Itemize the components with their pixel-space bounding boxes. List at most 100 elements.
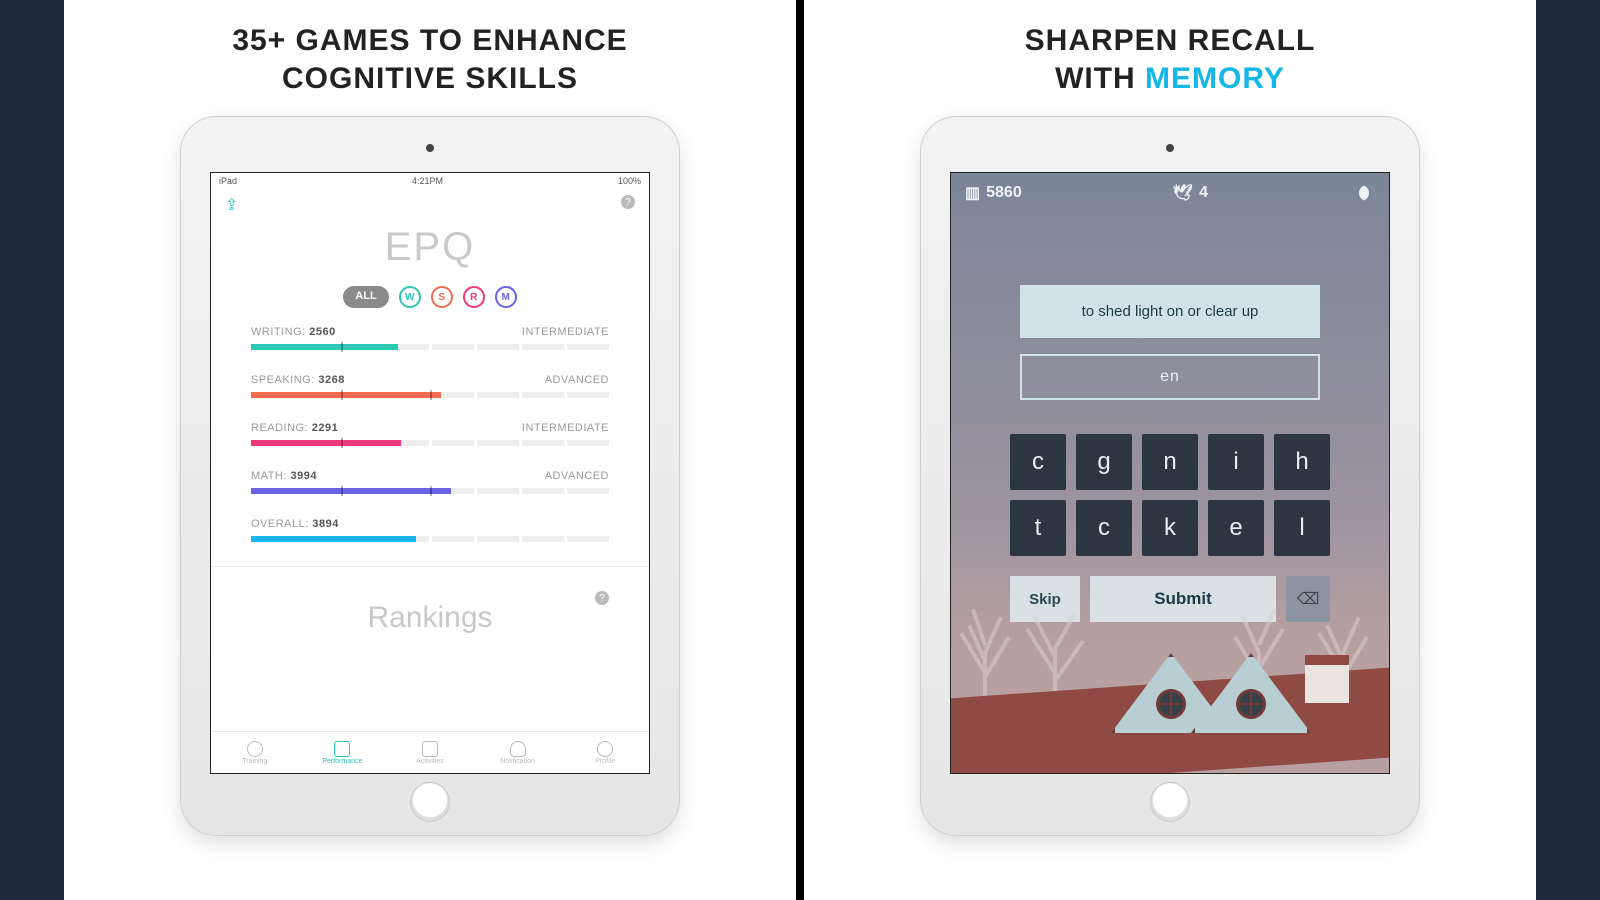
tab-activities[interactable]: Activities [386, 732, 474, 773]
metric-level: ADVANCED [545, 470, 609, 482]
progress-fill [251, 488, 451, 494]
rankings-header: ? Rankings [211, 601, 649, 635]
rankings-title: Rankings [367, 601, 492, 634]
metric-score: 3894 [312, 518, 338, 530]
tab-notification[interactable]: Notification [474, 732, 562, 773]
headline-accent: MEMORY [1145, 62, 1285, 95]
headline-left-line1: 35+ GAMES TO ENHANCE [64, 22, 796, 60]
letter-tile[interactable]: i [1208, 434, 1264, 490]
filter-math[interactable]: M [495, 286, 517, 308]
clue-box: to shed light on or clear up [1020, 285, 1320, 338]
metric-score: 2560 [309, 326, 335, 338]
answer-input[interactable]: en [1020, 354, 1320, 400]
metric-label: SPEAKING: 3268 [251, 374, 345, 386]
moon-icon[interactable] [1359, 185, 1375, 201]
headline-left: 35+ GAMES TO ENHANCE COGNITIVE SKILLS [64, 22, 796, 97]
screen-memory-game: ▥ 5860 🕊 4 to shed light on or clear up … [950, 172, 1390, 774]
ipad-camera [1166, 144, 1174, 152]
panel-divider [796, 0, 804, 900]
letter-tile[interactable]: e [1208, 500, 1264, 556]
home-button[interactable] [410, 782, 450, 822]
progress-bar [251, 440, 609, 446]
metric-orange: SPEAKING: 3268 ADVANCED [251, 374, 609, 398]
ipad-camera [426, 144, 434, 152]
letter-tile[interactable]: n [1142, 434, 1198, 490]
status-time: 4:21PM [412, 176, 443, 186]
tab-icon [247, 741, 263, 757]
metric-purple: MATH: 3994 ADVANCED [251, 470, 609, 494]
metric-level: INTERMEDIATE [522, 326, 609, 338]
progress-bar [251, 392, 609, 398]
letter-tile[interactable]: k [1142, 500, 1198, 556]
share-icon[interactable]: ⇪ [225, 195, 238, 215]
tab-icon [334, 741, 350, 757]
section-divider [211, 566, 649, 567]
metric-score: 2291 [312, 422, 338, 434]
metric-pink: READING: 2291 INTERMEDIATE [251, 422, 609, 446]
metric-label: MATH: 3994 [251, 470, 317, 482]
progress-fill [251, 440, 401, 446]
score-value: 5860 [986, 184, 1022, 202]
screen-epq: iPad 4:21PM 100% ⇪ ? EPQ ALL W S R M WRI… [210, 172, 650, 774]
letter-tile[interactable]: l [1274, 500, 1330, 556]
tab-training[interactable]: Training [211, 732, 299, 773]
tab-icon [422, 741, 438, 757]
status-battery: 100% [618, 176, 641, 186]
letter-tile[interactable]: c [1076, 500, 1132, 556]
filter-all[interactable]: ALL [343, 286, 388, 308]
filter-speaking[interactable]: S [431, 286, 453, 308]
panel-left: 35+ GAMES TO ENHANCE COGNITIVE SKILLS iP… [64, 0, 796, 900]
letter-tile[interactable]: g [1076, 434, 1132, 490]
game-hud: ▥ 5860 🕊 4 [951, 173, 1389, 213]
progress-bar [251, 536, 609, 542]
metric-score: 3994 [290, 470, 316, 482]
letter-tile[interactable]: t [1010, 500, 1066, 556]
tab-icon [597, 741, 613, 757]
metric-score: 3268 [318, 374, 344, 386]
score-icon: ▥ [965, 183, 980, 203]
metric-label: WRITING: 2560 [251, 326, 336, 338]
tab-label: Training [242, 758, 267, 765]
help-icon[interactable]: ? [621, 195, 635, 209]
progress-fill [251, 536, 416, 542]
headline-right-line1: SHARPEN RECALL [804, 22, 1536, 60]
filter-row: ALL W S R M [211, 286, 649, 308]
letter-tile[interactable]: h [1274, 434, 1330, 490]
metric-label: OVERALL: 3894 [251, 518, 339, 530]
tab-icon [510, 741, 526, 757]
metric-level: INTERMEDIATE [522, 422, 609, 434]
status-bar: iPad 4:21PM 100% [211, 173, 649, 189]
headline-right: SHARPEN RECALL WITH MEMORY [804, 22, 1536, 97]
panel-right: SHARPEN RECALL WITH MEMORY ▥ 5860 🕊 4 [804, 0, 1536, 900]
filter-reading[interactable]: R [463, 286, 485, 308]
ipad-right: ▥ 5860 🕊 4 to shed light on or clear up … [920, 116, 1420, 836]
progress-bar [251, 488, 609, 494]
help-icon[interactable]: ? [595, 591, 609, 605]
tab-performance[interactable]: Performance [299, 732, 387, 773]
tab-label: Profile [595, 758, 615, 765]
tab-label: Notification [500, 758, 535, 765]
metric-label: READING: 2291 [251, 422, 338, 434]
filter-writing[interactable]: W [399, 286, 421, 308]
home-button[interactable] [1150, 782, 1190, 822]
tab-label: Activities [416, 758, 444, 765]
progress-fill [251, 392, 441, 398]
progress-fill [251, 344, 398, 350]
headline-right-line2: WITH MEMORY [804, 60, 1536, 98]
lives-value: 4 [1199, 184, 1208, 202]
tab-profile[interactable]: Profile [561, 732, 649, 773]
tab-bar: Training Performance Activities Notificatio… [211, 731, 649, 773]
background-illustration [951, 603, 1389, 773]
status-device: iPad [219, 176, 237, 186]
letter-grid: cgnihtckel [1010, 434, 1330, 556]
letter-tile[interactable]: c [1010, 434, 1066, 490]
metric-level: ADVANCED [545, 374, 609, 386]
metric-cyan: OVERALL: 3894 [251, 518, 609, 542]
metric-teal: WRITING: 2560 INTERMEDIATE [251, 326, 609, 350]
headline-left-line2: COGNITIVE SKILLS [64, 60, 796, 98]
bird-icon: 🕊 [1173, 183, 1193, 203]
page-title: EPQ [211, 225, 649, 270]
ipad-left: iPad 4:21PM 100% ⇪ ? EPQ ALL W S R M WRI… [180, 116, 680, 836]
progress-bar [251, 344, 609, 350]
tab-label: Performance [322, 758, 362, 765]
